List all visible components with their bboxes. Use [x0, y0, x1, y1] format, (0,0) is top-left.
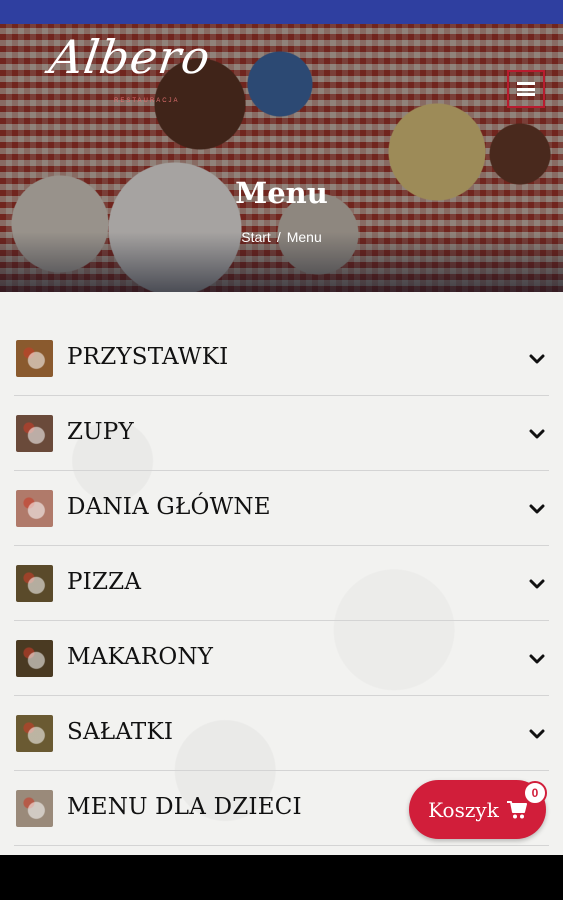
logo-text: Albero [46, 30, 215, 84]
category-item-salatki[interactable]: SAŁATKI [14, 696, 549, 771]
category-label: MENU DLA DZIECI [67, 794, 302, 820]
chevron-down-icon [529, 354, 545, 364]
chevron-down-icon [529, 654, 545, 664]
category-item-zupy[interactable]: ZUPY [14, 396, 549, 471]
menu-toggle-button[interactable] [507, 70, 545, 108]
category-thumbnail [16, 340, 53, 377]
category-item-makarony[interactable]: MAKARONY [14, 621, 549, 696]
category-thumbnail [16, 790, 53, 827]
category-thumbnail [16, 715, 53, 752]
category-label: PIZZA [67, 569, 142, 595]
category-item-przystawki[interactable]: PRZYSTAWKI [14, 321, 549, 396]
page-title: Menu [235, 176, 328, 210]
status-bar [0, 0, 563, 24]
category-item-dania-glowne[interactable]: DANIA GŁÓWNE [14, 471, 549, 546]
breadcrumb-home-link[interactable]: Start [241, 229, 271, 245]
chevron-down-icon [529, 429, 545, 439]
chevron-down-icon [529, 729, 545, 739]
category-label: SAŁATKI [67, 719, 174, 745]
category-thumbnail [16, 415, 53, 452]
category-label: MAKARONY [67, 644, 214, 670]
category-list: PRZYSTAWKI ZUPY DANIA GŁÓWNE PIZZA MAKAR… [0, 292, 563, 855]
chevron-down-icon [529, 504, 545, 514]
breadcrumb-separator: / [276, 229, 281, 245]
logo[interactable]: Albero RESTAURACJA [14, 30, 214, 130]
category-item-pizza[interactable]: PIZZA [14, 546, 549, 621]
cart-icon [506, 800, 527, 818]
category-thumbnail [16, 565, 53, 602]
breadcrumb: Start / Menu [0, 229, 563, 245]
cart-label: Koszyk [428, 797, 499, 822]
breadcrumb-current: Menu [286, 229, 322, 245]
category-label: PRZYSTAWKI [67, 344, 229, 370]
system-navigation-bar [0, 855, 563, 900]
category-thumbnail [16, 490, 53, 527]
hamburger-icon [517, 82, 535, 96]
chevron-down-icon [529, 579, 545, 589]
category-label: ZUPY [67, 419, 134, 445]
category-label: DANIA GŁÓWNE [67, 494, 271, 520]
logo-subtitle: RESTAURACJA [114, 98, 180, 104]
category-thumbnail [16, 640, 53, 677]
cart-count-badge: 0 [523, 781, 547, 805]
